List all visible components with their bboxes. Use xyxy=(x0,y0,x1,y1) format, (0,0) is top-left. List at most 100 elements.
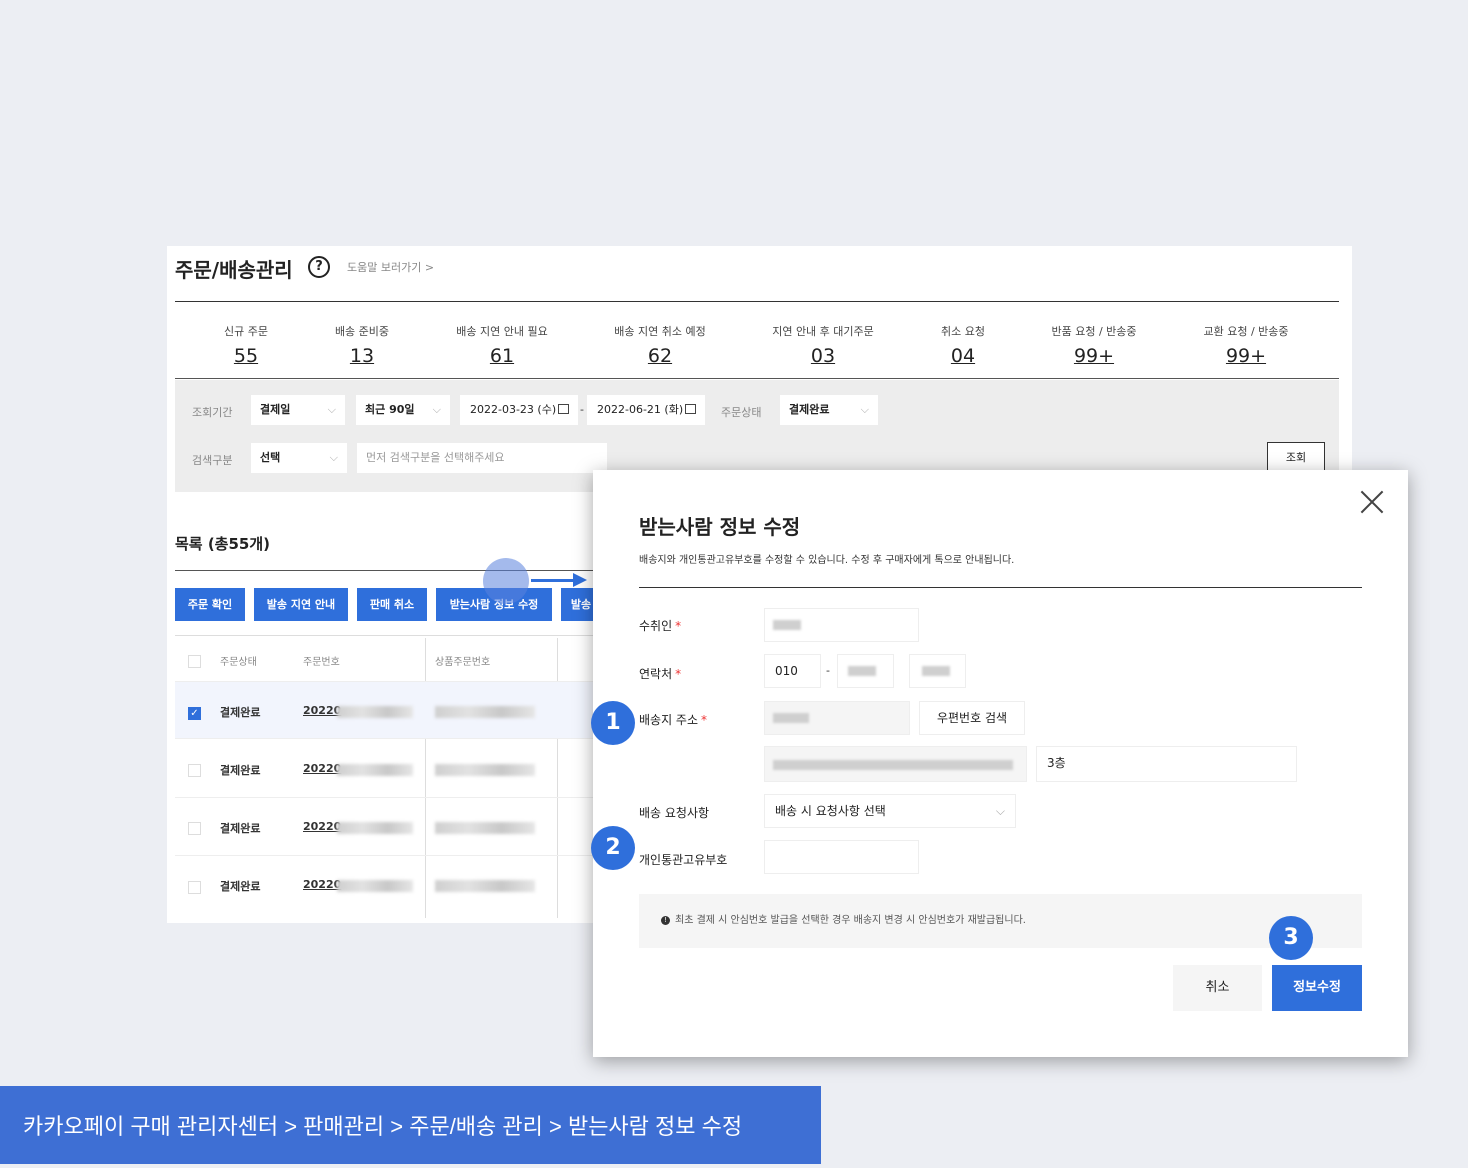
stat-label: 배송 지연 안내 필요 xyxy=(456,325,548,338)
chevron-down-icon: ⌵ xyxy=(995,804,1005,818)
stat-delay-cancel[interactable]: 배송 지연 취소 예정 62 xyxy=(590,323,730,367)
list-title: 목록 (총55개) xyxy=(175,535,271,553)
period-label: 조회기간 xyxy=(192,406,233,419)
start-date-value: 2022-03-23 (수) xyxy=(470,403,557,416)
blurred-value xyxy=(848,666,876,676)
blurred-value xyxy=(773,713,809,723)
stat-preparing[interactable]: 배송 준비중 13 xyxy=(292,323,432,367)
col-header: 상품주문번호 xyxy=(435,657,491,668)
address-detail-input[interactable]: 3층 xyxy=(1036,746,1297,782)
help-icon[interactable]: ? xyxy=(308,256,330,278)
phone-last-input[interactable] xyxy=(909,654,966,688)
divider xyxy=(175,570,595,571)
divider xyxy=(425,638,426,918)
row-checkbox[interactable]: ✓ xyxy=(188,707,201,720)
stat-value[interactable]: 03 xyxy=(753,345,893,367)
calendar-icon[interactable] xyxy=(558,404,569,414)
search-label: 검색구분 xyxy=(192,454,233,467)
step-marker-2: 2 xyxy=(591,826,635,870)
notice-box: ! 최초 결제 시 안심번호 발급을 선택한 경우 배송지 변경 시 안심번호가 … xyxy=(639,894,1362,948)
sale-cancel-button[interactable]: 판매 취소 xyxy=(357,588,427,621)
recipient-input[interactable] xyxy=(764,608,919,642)
chevron-down-icon: ⌵ xyxy=(860,403,869,416)
address-detail-value: 3층 xyxy=(1047,756,1066,770)
date-separator: - xyxy=(580,403,584,416)
zipcode-search-button[interactable]: 우편번호 검색 xyxy=(919,701,1025,735)
divider xyxy=(639,587,1362,588)
select-all-checkbox[interactable] xyxy=(188,655,201,668)
cancel-button[interactable]: 취소 xyxy=(1173,965,1262,1011)
search-placeholder: 먼저 검색구분을 선택해주세요 xyxy=(366,451,505,464)
arrow-right-icon xyxy=(531,579,577,582)
row-status: 결제완료 xyxy=(220,822,261,835)
col-header: 주문상태 xyxy=(220,657,257,668)
stat-label: 지연 안내 후 대기주문 xyxy=(772,325,874,338)
phone-label: 연락처 * xyxy=(639,665,681,682)
blurred-value xyxy=(922,666,950,676)
request-select[interactable]: 배송 시 요청사항 선택 ⌵ xyxy=(764,794,1016,828)
stat-value[interactable]: 04 xyxy=(893,345,1033,367)
stat-delay-notice[interactable]: 배송 지연 안내 필요 61 xyxy=(432,323,572,367)
stat-value[interactable]: 99+ xyxy=(1024,345,1164,367)
save-button[interactable]: 정보수정 xyxy=(1272,965,1362,1011)
notice-text: 최초 결제 시 안심번호 발급을 선택한 경우 배송지 변경 시 안심번호가 재… xyxy=(675,915,1026,926)
stat-label: 반품 요청 / 반송중 xyxy=(1051,325,1137,338)
stat-exchange[interactable]: 교환 요청 / 반송중 99+ xyxy=(1176,323,1316,367)
close-icon[interactable] xyxy=(1360,490,1384,514)
row-checkbox[interactable] xyxy=(188,881,201,894)
start-date-input[interactable]: 2022-03-23 (수) xyxy=(460,395,578,425)
chevron-down-icon: ⌵ xyxy=(329,451,338,464)
stat-waiting[interactable]: 지연 안내 후 대기주문 03 xyxy=(753,323,893,367)
request-select-value: 배송 시 요청사항 선택 xyxy=(775,804,886,818)
address-label-text: 배송지 주소 xyxy=(639,713,699,727)
customs-code-input[interactable] xyxy=(764,840,919,874)
date-type-value: 결제일 xyxy=(260,403,291,416)
stat-value[interactable]: 61 xyxy=(432,345,572,367)
customs-code-label: 개인통관고유부호 xyxy=(639,853,728,867)
search-input[interactable]: 먼저 검색구분을 선택해주세요 xyxy=(357,443,607,473)
footer-breadcrumb: 카카오페이 구매 관리자센터 > 판매관리 > 주문/배송 관리 > 받는사람 … xyxy=(0,1086,821,1164)
click-highlight xyxy=(483,558,529,604)
status-value: 결제완료 xyxy=(789,403,830,416)
required-mark: * xyxy=(701,713,708,727)
stat-value[interactable]: 13 xyxy=(292,345,432,367)
zipcode-input xyxy=(764,701,910,735)
row-checkbox[interactable] xyxy=(188,822,201,835)
row-status: 결제완료 xyxy=(220,764,261,777)
help-link[interactable]: 도움말 보러가기 > xyxy=(347,259,434,275)
row-order-number[interactable]: 20220 xyxy=(303,704,341,717)
delay-notice-button[interactable]: 발송 지연 안내 xyxy=(254,588,348,621)
phone-prefix-input[interactable]: 010 xyxy=(764,654,821,688)
row-order-number[interactable]: 20220 xyxy=(303,762,341,775)
status-select[interactable]: 결제완료 ⌵ xyxy=(780,395,878,425)
divider xyxy=(175,301,1339,302)
row-checkbox[interactable] xyxy=(188,764,201,777)
row-status: 결제완료 xyxy=(220,706,261,719)
row-order-number[interactable]: 20220 xyxy=(303,820,341,833)
col-header: 주문번호 xyxy=(303,657,340,668)
request-label: 배송 요청사항 xyxy=(639,806,710,820)
stat-cancel-request[interactable]: 취소 요청 04 xyxy=(893,323,1033,367)
range-select[interactable]: 최근 90일 ⌵ xyxy=(356,395,450,425)
blurred-value xyxy=(773,760,1013,770)
blurred-value xyxy=(435,706,535,718)
order-confirm-button[interactable]: 주문 확인 xyxy=(175,588,245,621)
phone-middle-input[interactable] xyxy=(837,654,894,688)
row-order-number[interactable]: 20220 xyxy=(303,878,341,891)
edit-recipient-modal: 받는사람 정보 수정 배송지와 개인통관고유부호를 수정할 수 있습니다. 수정… xyxy=(593,470,1408,1057)
stat-label: 교환 요청 / 반송중 xyxy=(1203,325,1289,338)
search-type-select[interactable]: 선택 ⌵ xyxy=(251,443,347,473)
stat-value[interactable]: 62 xyxy=(590,345,730,367)
end-date-input[interactable]: 2022-06-21 (화) xyxy=(587,395,705,425)
stat-return[interactable]: 반품 요청 / 반송중 99+ xyxy=(1024,323,1164,367)
stat-value[interactable]: 99+ xyxy=(1176,345,1316,367)
date-type-select[interactable]: 결제일 ⌵ xyxy=(251,395,345,425)
calendar-icon[interactable] xyxy=(685,404,696,414)
divider xyxy=(175,855,595,856)
address-input xyxy=(764,746,1027,782)
modal-description: 배송지와 개인통관고유부호를 수정할 수 있습니다. 수정 후 구매자에게 톡으… xyxy=(639,555,1015,566)
blurred-value xyxy=(337,822,413,834)
step-marker-3: 3 xyxy=(1269,916,1313,960)
divider xyxy=(175,378,1339,379)
phone-prefix-value: 010 xyxy=(775,664,798,678)
